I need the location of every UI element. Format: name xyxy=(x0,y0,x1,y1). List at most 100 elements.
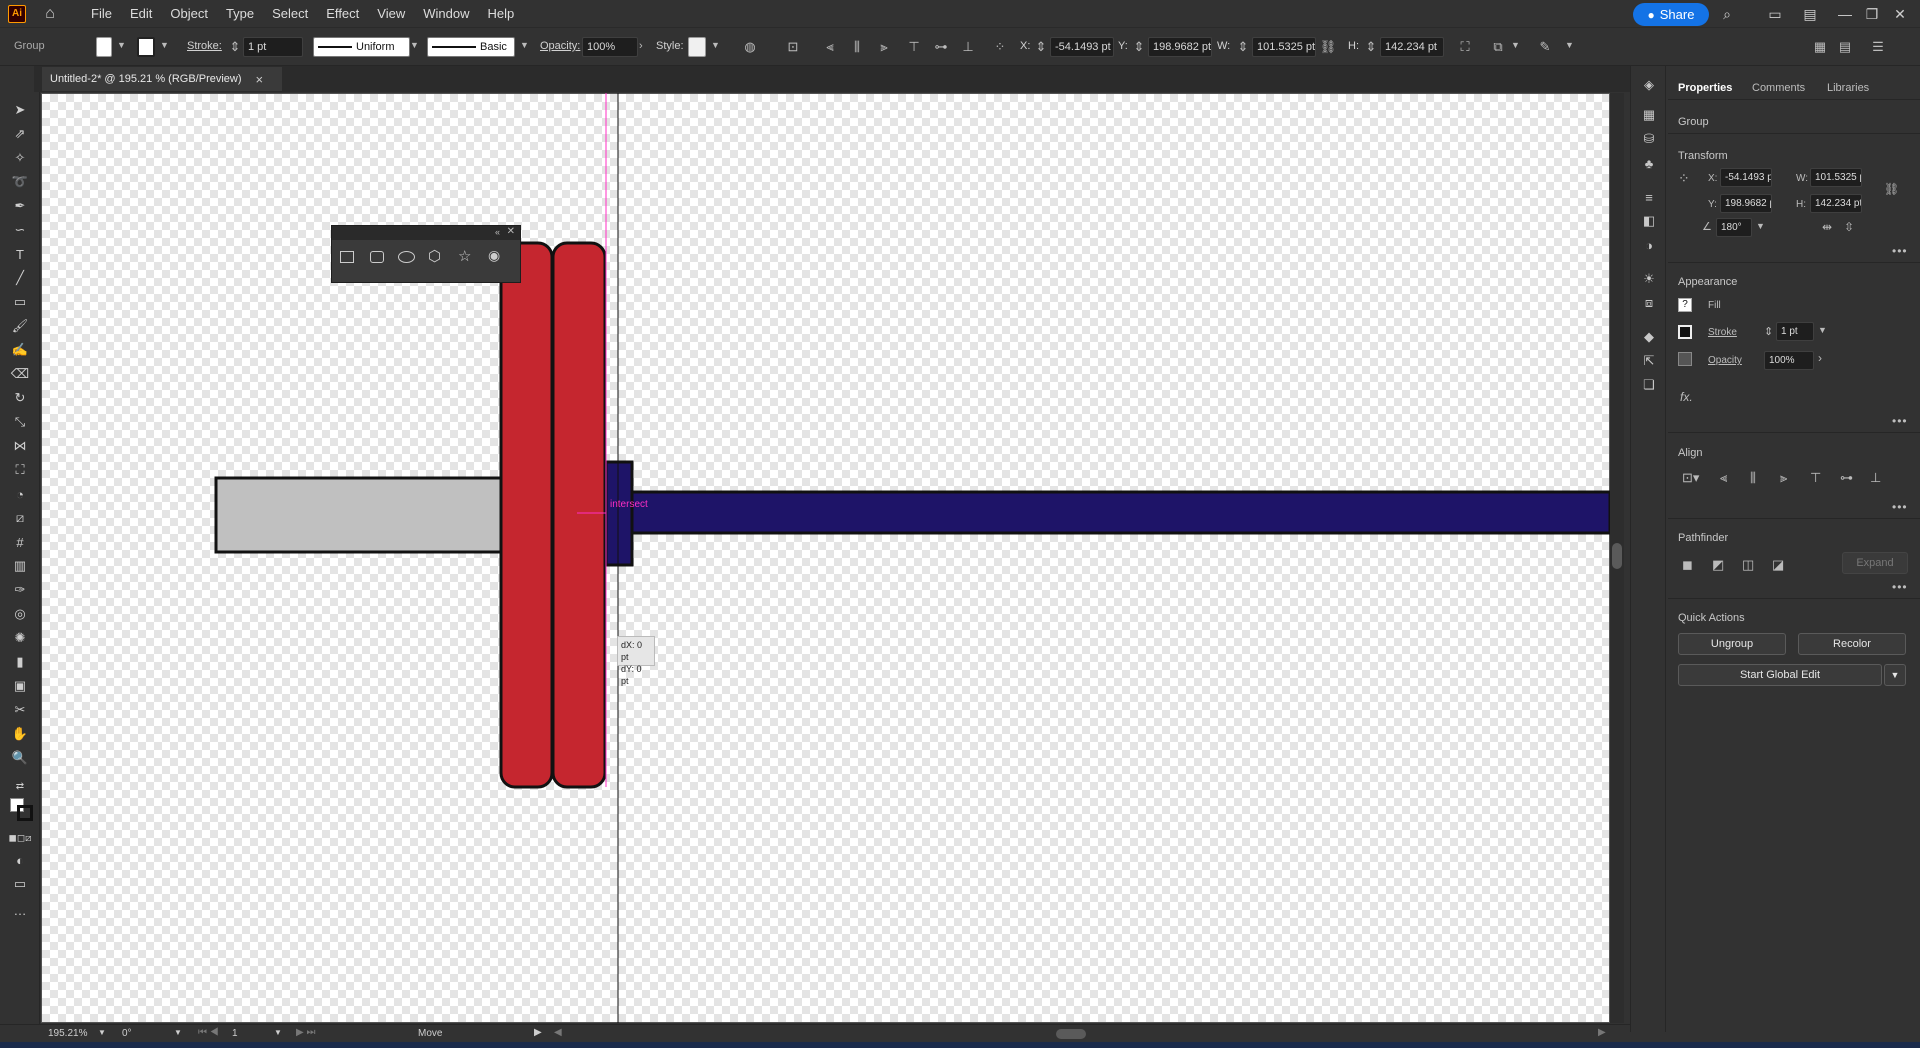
star-tool-icon[interactable]: ☆ xyxy=(458,247,471,265)
eyedropper-tool-icon[interactable]: ✑ xyxy=(9,580,31,600)
close-window-icon[interactable]: ✕ xyxy=(1890,4,1910,24)
expand-button[interactable]: Expand xyxy=(1842,552,1908,574)
align-horizontal-center-icon[interactable]: ⫼ xyxy=(849,39,865,55)
flare-tool-icon[interactable]: ◉ xyxy=(488,247,500,264)
more-options-icon[interactable]: ••• xyxy=(1892,580,1908,594)
ellipse-tool-icon[interactable] xyxy=(398,251,415,263)
chevron-down-icon[interactable]: ▼ xyxy=(117,40,126,50)
slice-tool-icon[interactable]: ✂ xyxy=(9,700,31,720)
restore-window-icon[interactable]: ❐ xyxy=(1862,4,1882,24)
puppet-warp-icon[interactable]: ✎ xyxy=(1537,39,1553,55)
stroke-color-icon[interactable] xyxy=(17,805,33,821)
recolor-artwork-icon[interactable]: ◍ xyxy=(742,39,758,55)
perspective-grid-tool-icon[interactable]: ⧄ xyxy=(9,508,31,528)
tab-libraries[interactable]: Libraries xyxy=(1827,82,1869,94)
arrange-documents-icon[interactable]: ▤ xyxy=(1800,4,1820,24)
close-tab-icon[interactable]: × xyxy=(256,72,264,87)
polygon-tool-icon[interactable]: ⬡ xyxy=(428,247,441,265)
menu-edit[interactable]: Edit xyxy=(121,0,161,28)
type-tool-icon[interactable]: T xyxy=(9,244,31,264)
fill-swatch-icon[interactable]: ? xyxy=(1678,298,1692,312)
magic-wand-tool-icon[interactable]: ✧ xyxy=(9,148,31,168)
stroke-swatch[interactable] xyxy=(137,37,155,57)
document-tab[interactable]: Untitled-2* @ 195.21 % (RGB/Preview) × xyxy=(42,67,282,91)
home-icon[interactable]: ⌂ xyxy=(40,4,60,24)
column-graph-tool-icon[interactable]: ▮ xyxy=(9,652,31,672)
export-icon[interactable]: ⇱ xyxy=(1640,352,1658,370)
appearance-panel-icon[interactable]: ☀ xyxy=(1640,270,1658,288)
gradient-tool-icon[interactable]: ▥ xyxy=(9,556,31,576)
chevron-down-icon[interactable]: ▼ xyxy=(1565,40,1574,50)
libraries-panel-icon[interactable]: ▦ xyxy=(1640,106,1658,124)
artboard-tool-icon[interactable]: ▣ xyxy=(9,676,31,696)
zoom-level[interactable]: 195.21% xyxy=(48,1028,87,1039)
symbols-panel-icon[interactable]: ♣ xyxy=(1640,154,1658,172)
align-vertical-center-icon[interactable]: ⊶ xyxy=(933,39,949,55)
curvature-tool-icon[interactable]: ∽ xyxy=(9,220,31,240)
blue-collar-shape[interactable] xyxy=(604,460,634,567)
canvas[interactable]: intersect « ✕ ⬡ ☆ ◉ dX: 0 pt dY: 0 pt xyxy=(41,93,1610,1023)
rectangle-tool-icon[interactable] xyxy=(340,251,354,263)
vertical-scrollbar[interactable] xyxy=(1610,93,1624,1023)
artboard-number[interactable]: 1 xyxy=(232,1028,238,1039)
opacity-label[interactable]: Opacity xyxy=(1708,355,1742,366)
zoom-tool-icon[interactable]: 🔍 xyxy=(9,748,31,768)
layout-icon[interactable]: ▤ xyxy=(1837,39,1853,55)
shape-builder-tool-icon[interactable]: ◔ xyxy=(9,484,31,504)
line-tool-icon[interactable]: ╱ xyxy=(9,268,31,288)
menu-effect[interactable]: Effect xyxy=(317,0,368,28)
red-plate-right-shape[interactable] xyxy=(551,241,607,789)
align-top-icon[interactable]: ⊤ xyxy=(1810,470,1821,486)
stroke-swatch-icon[interactable] xyxy=(1678,325,1692,339)
artwork-layer[interactable]: intersect xyxy=(41,93,1610,1023)
effects-fx-label[interactable]: fx. xyxy=(1680,390,1693,404)
chevron-right-icon[interactable]: › xyxy=(1818,351,1822,365)
pathfinder-minus-front-icon[interactable]: ◩ xyxy=(1712,557,1724,573)
assets-export-icon[interactable]: ⛁ xyxy=(1640,130,1658,148)
vertical-scrollbar-thumb[interactable] xyxy=(1612,543,1622,569)
swap-fill-stroke-icon[interactable]: ⇄ xyxy=(9,776,31,796)
transform-x-field[interactable]: -54.1493 pt xyxy=(1720,168,1772,187)
next-artboard-icon[interactable]: ▶ ⏭ xyxy=(296,1027,315,1038)
opacity-field[interactable]: 100% xyxy=(582,37,638,57)
pathfinder-intersect-icon[interactable]: ◫ xyxy=(1742,557,1754,573)
more-options-icon[interactable]: ••• xyxy=(1892,244,1908,258)
blend-tool-icon[interactable]: ◎ xyxy=(9,604,31,624)
chevron-down-icon[interactable]: ▼ xyxy=(274,1028,282,1037)
transform-y-field[interactable]: 198.9682 pt xyxy=(1720,194,1772,213)
chevron-down-icon[interactable]: ▼ xyxy=(520,40,529,50)
y-field[interactable]: 198.9682 pt xyxy=(1148,37,1212,57)
direct-selection-tool-icon[interactable]: ⇗ xyxy=(9,124,31,144)
menu-select[interactable]: Select xyxy=(263,0,317,28)
shaper-tool-icon[interactable]: ✍ xyxy=(9,340,31,360)
edit-toolbar-icon[interactable]: … xyxy=(9,900,31,920)
chevron-down-icon[interactable]: ▼ xyxy=(1756,221,1765,231)
menu-file[interactable]: File xyxy=(82,0,121,28)
floating-toolbar-header[interactable]: « ✕ xyxy=(332,226,520,240)
fill-swatch[interactable] xyxy=(96,37,112,57)
graphic-style-swatch[interactable] xyxy=(688,37,706,57)
brush-definition[interactable]: Basic xyxy=(427,37,515,57)
align-top-icon[interactable]: ⊤ xyxy=(906,39,922,55)
paintbrush-tool-icon[interactable]: 🖌 xyxy=(9,316,31,336)
transform-icon[interactable]: ⛶ xyxy=(1457,39,1473,55)
transparency-panel-icon[interactable]: ◑ xyxy=(1640,236,1658,254)
draw-mode-icon[interactable]: ◐ xyxy=(9,850,31,870)
flip-vertical-icon[interactable]: ⇳ xyxy=(1844,220,1854,234)
stroke-panel-icon[interactable]: ≡ xyxy=(1640,188,1658,206)
chevron-right-icon[interactable]: › xyxy=(639,40,643,52)
chevron-down-icon[interactable]: ▼ xyxy=(98,1028,106,1037)
h-field[interactable]: 142.234 pt xyxy=(1380,37,1444,57)
constrain-proportions-icon[interactable]: ⛓ xyxy=(1320,39,1337,55)
chevron-down-icon[interactable]: ▼ xyxy=(410,40,419,50)
more-options-icon[interactable]: ••• xyxy=(1892,414,1908,428)
red-plate-left-shape[interactable] xyxy=(499,241,554,789)
menu-view[interactable]: View xyxy=(368,0,414,28)
chevron-down-icon[interactable]: ▼ xyxy=(1818,325,1827,335)
rounded-rectangle-tool-icon[interactable] xyxy=(370,251,384,263)
graphic-styles-icon[interactable]: ⧈ xyxy=(1640,294,1658,312)
align-right-icon[interactable]: ⫸ xyxy=(876,39,892,55)
horizontal-scrollbar-thumb[interactable] xyxy=(1056,1029,1086,1039)
menu-type[interactable]: Type xyxy=(217,0,263,28)
first-artboard-icon[interactable]: ⏮ ◀ xyxy=(198,1027,219,1038)
